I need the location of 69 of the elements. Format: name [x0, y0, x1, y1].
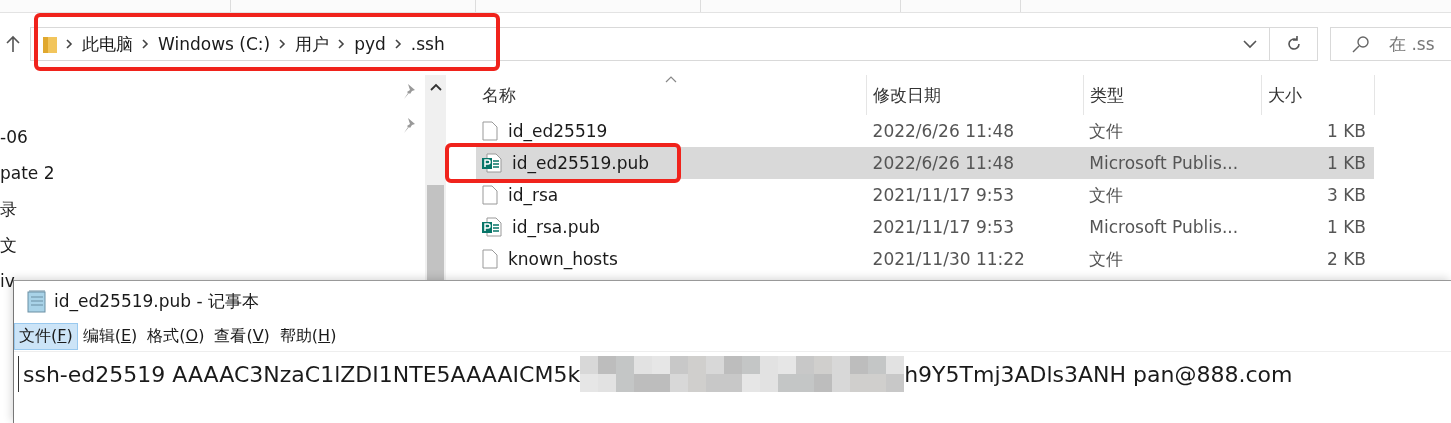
text-editor[interactable]: ssh-ed25519 AAAAC3NzaC1lZDI1NTE5AAAAICM5k h9Y5Tmj3ADls3ANH pan@888.com	[18, 356, 1451, 392]
file-type: 文件	[1088, 119, 1125, 143]
chevron-icon	[142, 39, 149, 49]
address-bar[interactable]: 此电脑 Windows (C:) 用户 pyd .ssh	[30, 27, 1270, 61]
notepad-icon	[26, 289, 48, 313]
file-row[interactable]: known_hosts 2021/11/30 11:22 文件 2 KB	[476, 243, 1374, 275]
nav-item[interactable]: iv	[0, 269, 15, 293]
breadcrumb[interactable]: pyd	[354, 34, 386, 54]
nav-item[interactable]: -06	[0, 125, 28, 149]
scroll-up-icon[interactable]	[429, 83, 442, 91]
window-title: id_ed25519.pub - 记事本	[54, 289, 260, 313]
file-type: 文件	[1088, 183, 1125, 207]
publisher-file-icon	[482, 153, 502, 173]
file-name: known_hosts	[508, 249, 618, 269]
column-header[interactable]: 修改日期	[867, 75, 1084, 115]
file-type: Microsoft Publis...	[1088, 217, 1240, 237]
file-type: Microsoft Publis...	[1088, 153, 1240, 173]
file-name: id_ed25519	[508, 121, 608, 141]
file-name: id_ed25519.pub	[512, 153, 650, 173]
file-row[interactable]: id_rsa.pub 2021/11/17 9:53 Microsoft Publis... 1 KB	[476, 211, 1374, 243]
modified-date: 2021/11/30 11:22	[871, 249, 1026, 269]
key-text: ssh-ed25519 AAAAC3NzaC1lZDI1NTE5AAAAICM5k	[23, 361, 581, 387]
modified-date: 2021/11/17 9:53	[871, 217, 1016, 237]
chevron-icon	[279, 39, 287, 49]
file-size: 1 KB	[1325, 217, 1367, 237]
column-header[interactable]: 名称	[476, 75, 867, 115]
file-row[interactable]: id_rsa 2021/11/17 9:53 文件 3 KB	[476, 179, 1374, 211]
sort-up-icon	[665, 76, 677, 83]
modified-date: 2022/6/26 11:48	[871, 153, 1016, 173]
file-size: 2 KB	[1325, 249, 1367, 269]
breadcrumb[interactable]: 此电脑	[82, 32, 133, 56]
column-header[interactable]: 类型	[1084, 75, 1262, 115]
breadcrumb[interactable]: Windows (C:)	[158, 34, 271, 54]
menu-item[interactable]: 查看(V)	[209, 322, 275, 350]
scrollbar[interactable]	[425, 75, 446, 280]
file-size: 1 KB	[1325, 121, 1367, 141]
menu-item[interactable]: 编辑(E)	[77, 322, 143, 350]
chevron-icon	[394, 39, 402, 49]
nav-item[interactable]: 录	[0, 197, 17, 221]
menu-item[interactable]: 帮助(H)	[274, 322, 342, 350]
file-row[interactable]: id_ed25519 2022/6/26 11:48 文件 1 KB	[476, 115, 1374, 147]
key-text: h9Y5Tmj3ADls3ANH pan@888.com	[904, 361, 1293, 387]
nav-item[interactable]: 文	[0, 233, 17, 257]
modified-date: 2022/6/26 11:48	[871, 121, 1016, 141]
file-icon	[482, 121, 498, 141]
dropdown-icon[interactable]	[1243, 39, 1257, 49]
up-arrow-icon[interactable]	[6, 35, 20, 53]
folder-icon	[43, 35, 57, 53]
modified-date: 2021/11/17 9:53	[871, 185, 1016, 205]
file-row[interactable]: id_ed25519.pub 2022/6/26 11:48 Microsoft Publis... 1 KB	[476, 147, 1374, 179]
file-size: 1 KB	[1325, 153, 1367, 173]
nav-item[interactable]: pate 2	[0, 161, 55, 185]
menu-item[interactable]: 格式(O)	[142, 322, 210, 350]
file-name: id_rsa	[508, 185, 559, 205]
file-name: id_rsa.pub	[512, 217, 601, 237]
refresh-button[interactable]	[1270, 27, 1318, 61]
publisher-file-icon	[482, 217, 502, 237]
file-icon	[482, 185, 498, 205]
chevron-icon	[338, 39, 346, 49]
breadcrumb[interactable]: .ssh	[410, 34, 445, 54]
search-icon	[1352, 35, 1370, 53]
file-icon	[482, 249, 498, 269]
column-header[interactable]: 大小	[1262, 75, 1375, 115]
breadcrumb[interactable]: 用户	[295, 32, 330, 56]
search-field[interactable]: 在 .ss	[1330, 27, 1451, 61]
file-type: 文件	[1088, 247, 1125, 271]
file-size: 3 KB	[1325, 185, 1367, 205]
menu-item[interactable]: 文件(F)	[14, 322, 78, 350]
chevron-icon	[66, 39, 73, 49]
